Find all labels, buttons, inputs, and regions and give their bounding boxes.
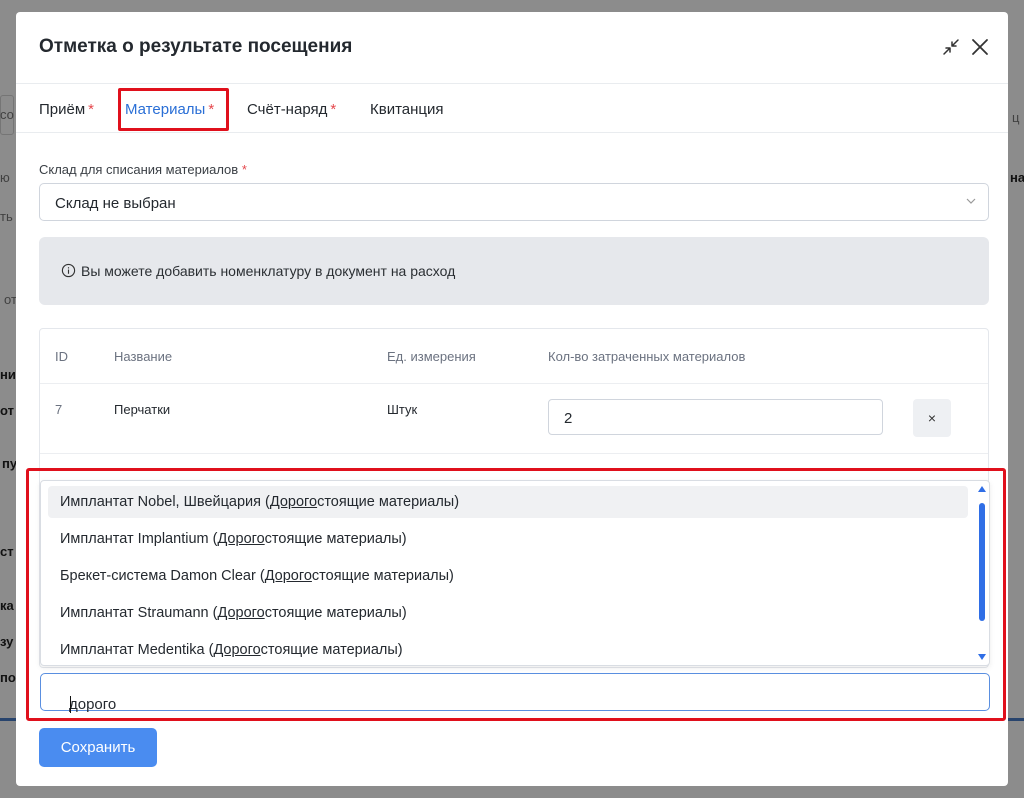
tab-highlight-annotation	[118, 88, 229, 131]
warehouse-label-text: Склад для списания материалов	[39, 162, 239, 177]
row-divider	[40, 383, 988, 384]
required-mark: *	[88, 101, 95, 118]
column-header-id: ID	[55, 349, 68, 364]
quantity-value: 2	[564, 410, 573, 427]
tab-label: Счёт-наряд	[247, 101, 328, 118]
dropdown-highlight-annotation	[26, 468, 1006, 721]
info-box: Вы можете добавить номенклатуру в докуме…	[39, 237, 989, 305]
delete-row-button[interactable]: ×	[913, 399, 951, 437]
required-mark: *	[241, 162, 247, 177]
column-header-unit: Ед. измерения	[387, 349, 476, 364]
close-icon[interactable]	[969, 36, 991, 58]
warehouse-select-value: Склад не выбран	[55, 195, 176, 212]
collapse-icon[interactable]	[940, 36, 962, 58]
column-header-quantity: Кол-во затраченных материалов	[548, 349, 746, 364]
tab-label: Квитанция	[370, 101, 444, 118]
tab-label: Приём	[39, 101, 86, 118]
modal-title: Отметка о результате посещения	[39, 36, 353, 57]
tab-work-order[interactable]: Счёт-наряд *	[247, 101, 336, 118]
tab-receipt[interactable]: Квитанция	[370, 101, 444, 118]
info-icon	[61, 263, 76, 278]
row-id: 7	[55, 402, 63, 417]
info-text: Вы можете добавить номенклатуру в докуме…	[81, 263, 456, 279]
modal-header: Отметка о результате посещения	[16, 12, 1008, 84]
quantity-input[interactable]: 2	[548, 399, 883, 435]
chevron-down-icon	[966, 198, 976, 204]
row-name: Перчатки	[114, 402, 171, 417]
tab-reception[interactable]: Приём *	[39, 101, 94, 118]
save-button[interactable]: Сохранить	[39, 728, 157, 767]
row-divider	[40, 453, 988, 454]
column-header-name: Название	[114, 349, 173, 364]
warehouse-select[interactable]: Склад не выбран	[39, 183, 989, 221]
warehouse-label: Склад для списания материалов *	[39, 162, 247, 177]
row-unit: Штук	[387, 402, 418, 417]
required-mark: *	[330, 101, 337, 118]
